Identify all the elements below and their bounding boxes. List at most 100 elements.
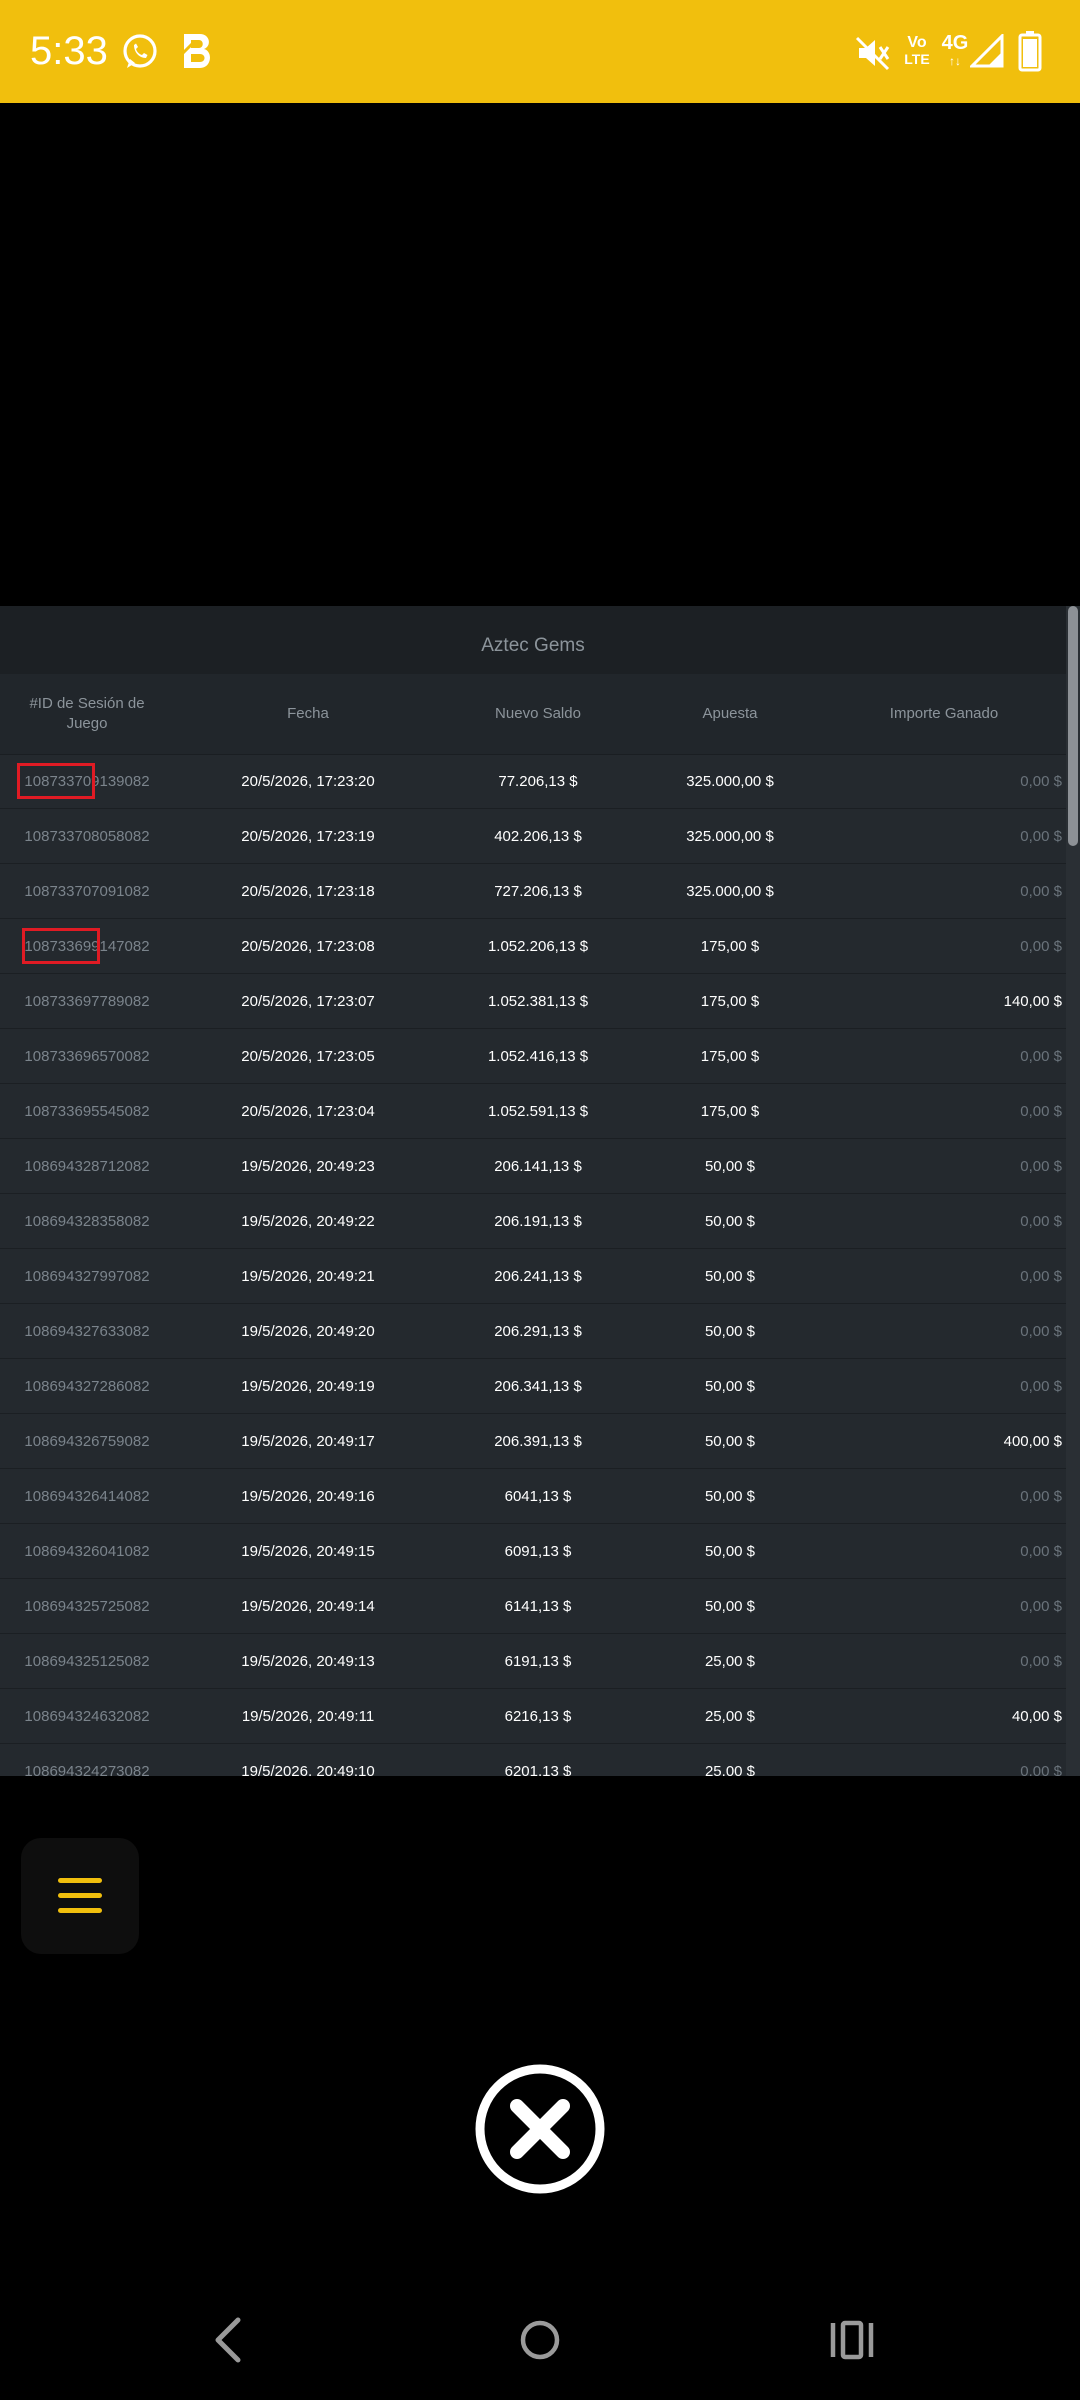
cell-date: 20/5/2026, 17:23:08 [241, 938, 375, 955]
cell-session-id: 108694328712082 [24, 1158, 150, 1175]
cell-date: 19/5/2026, 20:49:13 [241, 1653, 375, 1670]
network-generation: 4G ↑↓ [938, 32, 972, 68]
table-row[interactable]: 108733696570082 20/5/2026, 17:23:05 1.052.… [0, 1029, 1066, 1084]
table-row[interactable]: 108733699147082 20/5/2026, 17:23:08 1.052.… [0, 919, 1066, 974]
back-button[interactable] [208, 2316, 248, 2364]
table-row[interactable]: 108733707091082 20/5/2026, 17:23:18 727.20… [0, 864, 1066, 919]
cell-session-id: 108694324273082 [24, 1763, 150, 1776]
cell-amount-won: 0,00 $ [1020, 1158, 1062, 1175]
table-row[interactable]: 108694328712082 19/5/2026, 20:49:23 206.14… [0, 1139, 1066, 1194]
cell-session-id: 108694327286082 [24, 1378, 150, 1395]
cell-session-id: 108694327997082 [24, 1268, 150, 1285]
cell-amount-won: 0,00 $ [1020, 1268, 1062, 1285]
cell-amount-won: 0,00 $ [1020, 1213, 1062, 1230]
table-row[interactable]: 108733709139082 20/5/2026, 17:23:20 77.206… [0, 754, 1066, 809]
table-row[interactable]: 108694327633082 19/5/2026, 20:49:20 206.29… [0, 1304, 1066, 1359]
volte-bottom-label: LTE [904, 51, 930, 67]
table-row[interactable]: 108694324632082 19/5/2026, 20:49:11 6216,1… [0, 1689, 1066, 1744]
cell-date: 19/5/2026, 20:49:20 [241, 1323, 375, 1340]
cell-bet: 325.000,00 $ [686, 883, 774, 900]
game-title: Aztec Gems [0, 606, 1066, 674]
cell-bet: 50,00 $ [704, 1268, 756, 1285]
home-button[interactable] [518, 2318, 562, 2362]
table-row[interactable]: 108733697789082 20/5/2026, 17:23:07 1.052.… [0, 974, 1066, 1029]
volte-indicator: Vo LTE [900, 34, 934, 67]
signal-icon [970, 34, 1004, 68]
table-row[interactable]: 108694327286082 19/5/2026, 20:49:19 206.34… [0, 1359, 1066, 1414]
battery-icon [1018, 31, 1042, 72]
cell-bet: 175,00 $ [700, 993, 760, 1010]
cell-amount-won: 0,00 $ [1020, 938, 1062, 955]
cell-new-balance: 206.241,13 $ [494, 1268, 582, 1285]
cell-session-id: 108694327633082 [24, 1323, 150, 1340]
cell-amount-won: 0,00 $ [1020, 1323, 1062, 1340]
table-row[interactable]: 108694328358082 19/5/2026, 20:49:22 206.19… [0, 1194, 1066, 1249]
cell-amount-won: 0,00 $ [1020, 1488, 1062, 1505]
status-time: 5:33 [30, 29, 108, 73]
cell-new-balance: 206.291,13 $ [494, 1323, 582, 1340]
cell-bet: 50,00 $ [704, 1598, 756, 1615]
cell-bet: 50,00 $ [704, 1378, 756, 1395]
cell-date: 19/5/2026, 20:49:10 [241, 1763, 375, 1776]
cell-amount-won: 0,00 $ [1020, 773, 1062, 790]
table-row[interactable]: 108694326414082 19/5/2026, 20:49:16 6041,1… [0, 1469, 1066, 1524]
table-row[interactable]: 108694327997082 19/5/2026, 20:49:21 206.24… [0, 1249, 1066, 1304]
cell-bet: 50,00 $ [704, 1213, 756, 1230]
scrollbar[interactable] [1066, 606, 1080, 1776]
table-row[interactable]: 108694325725082 19/5/2026, 20:49:14 6141,1… [0, 1579, 1066, 1634]
column-header-balance: Nuevo Saldo [495, 705, 581, 722]
whatsapp-icon [123, 34, 157, 68]
cell-amount-won: 0,00 $ [1020, 1103, 1062, 1120]
menu-button[interactable] [21, 1838, 139, 1954]
cell-new-balance: 6041,13 $ [504, 1488, 572, 1505]
column-header-id: #ID de Sesión de Juego [29, 695, 145, 732]
table-row[interactable]: 108694324273082 19/5/2026, 20:49:10 6201,1… [0, 1744, 1066, 1776]
cell-session-id: 108733708058082 [24, 828, 150, 845]
recent-apps-button[interactable] [830, 2320, 874, 2360]
cell-date: 19/5/2026, 20:49:16 [241, 1488, 375, 1505]
cell-bet: 175,00 $ [700, 938, 760, 955]
cell-new-balance: 206.191,13 $ [494, 1213, 582, 1230]
cell-date: 19/5/2026, 20:49:14 [241, 1598, 375, 1615]
cell-date: 20/5/2026, 17:23:07 [241, 993, 375, 1010]
cell-session-id: 108694325725082 [24, 1598, 150, 1615]
cell-session-id: 108694326414082 [24, 1488, 150, 1505]
cell-amount-won: 0,00 $ [1020, 1048, 1062, 1065]
data-arrows-icon: ↑↓ [949, 54, 961, 68]
status-bar: 5:33 Vo LTE 4G ↑↓ [0, 0, 1080, 103]
cell-date: 20/5/2026, 17:23:18 [241, 883, 375, 900]
table-row[interactable]: 108694326041082 19/5/2026, 20:49:15 6091,1… [0, 1524, 1066, 1579]
cell-amount-won: 140,00 $ [1003, 993, 1062, 1010]
table-header: #ID de Sesión de Juego Fecha Nuevo Saldo… [0, 674, 1066, 755]
cell-amount-won: 0,00 $ [1020, 1598, 1062, 1615]
cell-amount-won: 0,00 $ [1020, 883, 1062, 900]
cell-bet: 50,00 $ [704, 1433, 756, 1450]
table-row[interactable]: 108694325125082 19/5/2026, 20:49:13 6191,1… [0, 1634, 1066, 1689]
cell-new-balance: 6141,13 $ [504, 1598, 572, 1615]
table-row[interactable]: 108733708058082 20/5/2026, 17:23:19 402.20… [0, 809, 1066, 864]
cell-new-balance: 206.141,13 $ [494, 1158, 582, 1175]
table-row[interactable]: 108733695545082 20/5/2026, 17:23:04 1.052.… [0, 1084, 1066, 1139]
cell-date: 19/5/2026, 20:49:19 [241, 1378, 375, 1395]
cell-new-balance: 6201,13 $ [504, 1763, 572, 1776]
cell-new-balance: 1.052.591,13 $ [487, 1103, 589, 1120]
cell-date: 20/5/2026, 17:23:19 [241, 828, 375, 845]
highlight-annotation [22, 928, 100, 964]
cell-amount-won: 0,00 $ [1020, 828, 1062, 845]
cell-bet: 25,00 $ [704, 1653, 756, 1670]
cell-bet: 50,00 $ [704, 1158, 756, 1175]
cell-date: 19/5/2026, 20:49:22 [241, 1213, 375, 1230]
close-button[interactable] [475, 2064, 605, 2194]
recent-apps-icon [830, 2320, 874, 2360]
cell-bet: 50,00 $ [704, 1323, 756, 1340]
scrollbar-thumb[interactable] [1068, 606, 1078, 846]
cell-date: 19/5/2026, 20:49:21 [241, 1268, 375, 1285]
cell-date: 19/5/2026, 20:49:15 [241, 1543, 375, 1560]
cell-bet: 25,00 $ [704, 1763, 756, 1776]
cell-session-id: 108694326041082 [24, 1543, 150, 1560]
cell-session-id: 108733707091082 [24, 883, 150, 900]
cell-date: 20/5/2026, 17:23:05 [241, 1048, 375, 1065]
table-row[interactable]: 108694326759082 19/5/2026, 20:49:17 206.39… [0, 1414, 1066, 1469]
cell-session-id: 108733696570082 [24, 1048, 150, 1065]
cell-bet: 175,00 $ [700, 1103, 760, 1120]
